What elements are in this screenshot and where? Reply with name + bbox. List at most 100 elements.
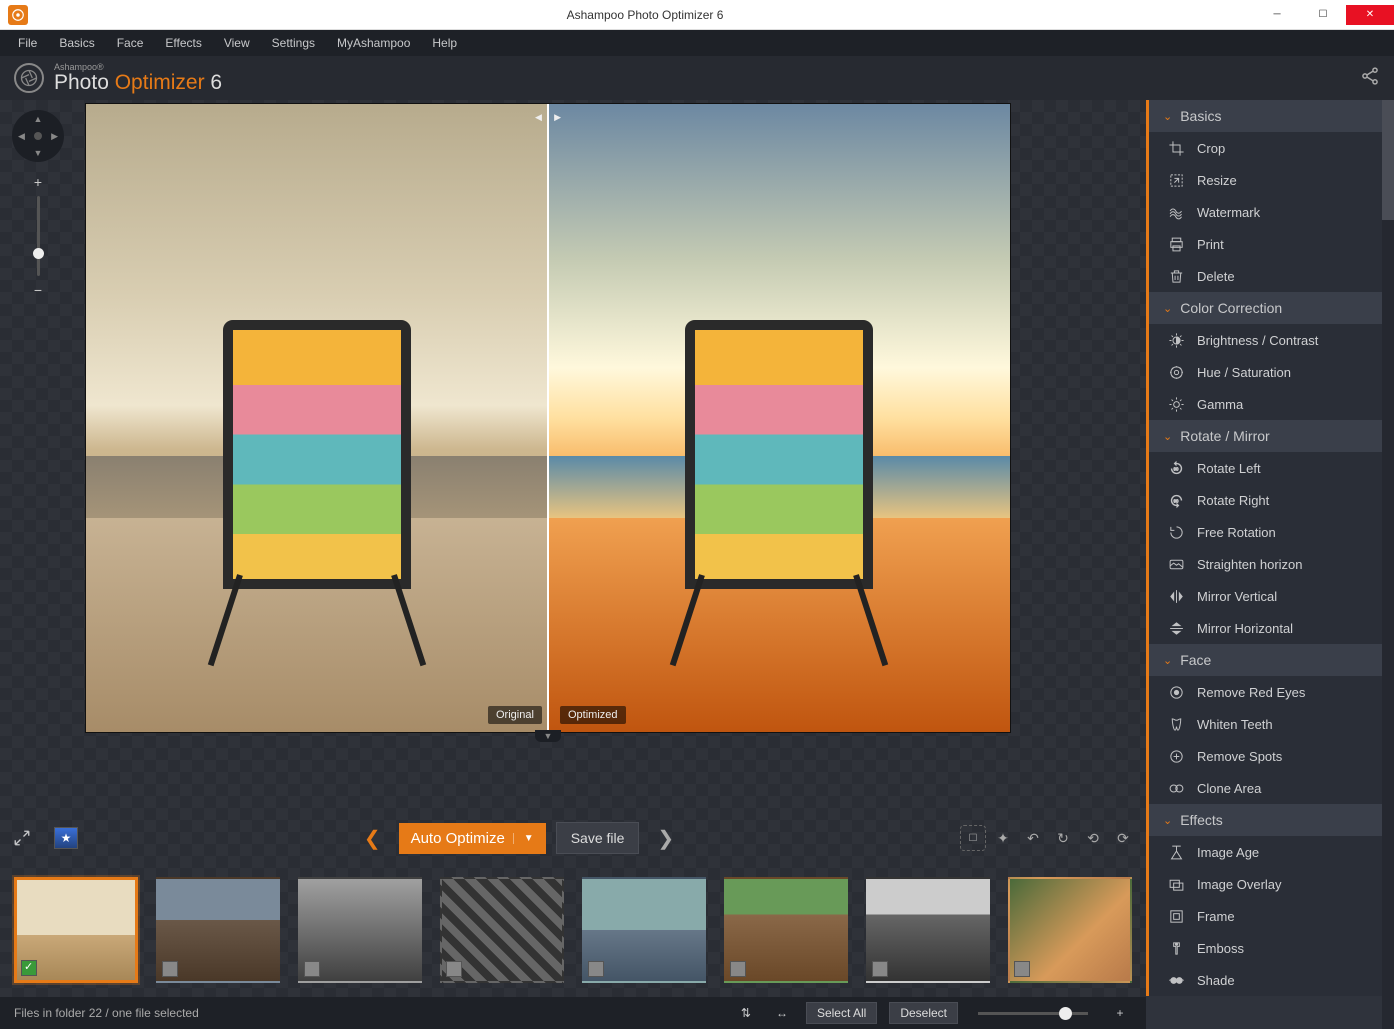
tool-mirror-horizontal[interactable]: Mirror Horizontal xyxy=(1149,612,1394,644)
thumbnail[interactable] xyxy=(14,877,138,983)
thumbnail-checkbox[interactable] xyxy=(730,961,746,977)
tool-image-age[interactable]: Image Age xyxy=(1149,836,1394,868)
zoom-slider[interactable] xyxy=(37,196,40,276)
auto-optimize-button[interactable]: Auto Optimize ▼ xyxy=(399,823,546,854)
thumbnail[interactable] xyxy=(156,877,280,983)
tool-label: Frame xyxy=(1197,909,1235,924)
next-image-button[interactable]: ❯ xyxy=(649,822,682,855)
tool-gamma[interactable]: Gamma xyxy=(1149,388,1394,420)
thumbnail[interactable] xyxy=(440,877,564,983)
thumbnail[interactable] xyxy=(582,877,706,983)
panel-header-face[interactable]: ⌄Face xyxy=(1146,644,1394,676)
zoom-out-button[interactable]: − xyxy=(34,282,42,298)
tool-image-overlay[interactable]: Image Overlay xyxy=(1149,868,1394,900)
thumbnail-checkbox[interactable] xyxy=(21,960,37,976)
favorites-icon[interactable]: ★ xyxy=(54,827,78,849)
save-file-button[interactable]: Save file xyxy=(556,822,640,854)
tool-clone-area[interactable]: Clone Area xyxy=(1149,772,1394,804)
compare-toggle[interactable]: ▼ xyxy=(535,730,561,742)
brightness-icon xyxy=(1167,331,1185,349)
redo-icon[interactable]: ↻ xyxy=(1050,825,1076,851)
compare-divider[interactable] xyxy=(547,104,549,732)
thumbnail[interactable] xyxy=(866,877,990,983)
share-icon[interactable] xyxy=(1360,66,1380,91)
collapse-icon[interactable] xyxy=(10,826,34,850)
mirrorh-icon xyxy=(1167,619,1185,637)
menu-settings[interactable]: Settings xyxy=(262,33,325,53)
panel-header-effects[interactable]: ⌄Effects xyxy=(1146,804,1394,836)
zoom-in-button[interactable]: + xyxy=(34,174,42,190)
pan-pad[interactable]: ▲ ▼ ◀ ▶ xyxy=(12,110,64,162)
sort-icon[interactable]: ⇅ xyxy=(734,1001,758,1025)
menu-file[interactable]: File xyxy=(8,33,47,53)
scrollbar[interactable] xyxy=(1382,100,1394,1029)
tool-free-rotation[interactable]: Free Rotation xyxy=(1149,516,1394,548)
menu-help[interactable]: Help xyxy=(422,33,467,53)
undo-icon[interactable]: ↶ xyxy=(1020,825,1046,851)
select-all-button[interactable]: Select All xyxy=(806,1002,877,1024)
tool-label: Shade xyxy=(1197,973,1235,988)
menu-face[interactable]: Face xyxy=(107,33,154,53)
tool-label: Image Age xyxy=(1197,845,1259,860)
thumbnail[interactable] xyxy=(1008,877,1132,983)
menu-effects[interactable]: Effects xyxy=(155,33,211,53)
tool-mirror-vertical[interactable]: Mirror Vertical xyxy=(1149,580,1394,612)
panel-title: Effects xyxy=(1180,812,1223,828)
tool-label: Delete xyxy=(1197,269,1235,284)
chevron-down-icon: ⌄ xyxy=(1163,302,1172,315)
thumbnail-checkbox[interactable] xyxy=(872,961,888,977)
pan-right-icon[interactable]: ▶ xyxy=(51,131,58,142)
maximize-button[interactable]: ☐ xyxy=(1300,5,1346,25)
thumbnail[interactable] xyxy=(724,877,848,983)
tool-whiten-teeth[interactable]: Whiten Teeth xyxy=(1149,708,1394,740)
thumbnail-checkbox[interactable] xyxy=(304,961,320,977)
menu-basics[interactable]: Basics xyxy=(49,33,104,53)
panel-header-rotate-mirror[interactable]: ⌄Rotate / Mirror xyxy=(1146,420,1394,452)
thumbnail-size-slider[interactable] xyxy=(978,1012,1088,1015)
tool-crop[interactable]: Crop xyxy=(1149,132,1394,164)
tool-brightness-contrast[interactable]: Brightness / Contrast xyxy=(1149,324,1394,356)
rotate-right-quick-icon[interactable]: ⟳ xyxy=(1110,825,1136,851)
pan-down-icon[interactable]: ▼ xyxy=(34,148,43,158)
selection-tool-icon[interactable]: ☐ xyxy=(960,825,986,851)
mirrorv-icon xyxy=(1167,587,1185,605)
thumbnail-checkbox[interactable] xyxy=(446,961,462,977)
slider-plus-icon[interactable]: + xyxy=(1108,1001,1132,1025)
tool-emboss[interactable]: Emboss xyxy=(1149,932,1394,964)
tool-print[interactable]: Print xyxy=(1149,228,1394,260)
tool-frame[interactable]: Frame xyxy=(1149,900,1394,932)
rotate-left-quick-icon[interactable]: ⟲ xyxy=(1080,825,1106,851)
close-button[interactable]: ✕ xyxy=(1346,5,1394,25)
thumbnail[interactable] xyxy=(298,877,422,983)
tool-label: Rotate Left xyxy=(1197,461,1261,476)
thumbnail-strip xyxy=(0,863,1146,997)
tool-rotate-left[interactable]: 90 Rotate Left xyxy=(1149,452,1394,484)
tool-remove-spots[interactable]: Remove Spots xyxy=(1149,740,1394,772)
thumbnail-checkbox[interactable] xyxy=(162,961,178,977)
pan-up-icon[interactable]: ▲ xyxy=(34,114,43,124)
thumbnail-checkbox[interactable] xyxy=(588,961,604,977)
tool-shade[interactable]: Shade xyxy=(1149,964,1394,996)
panel-title: Color Correction xyxy=(1180,300,1282,316)
tool-watermark[interactable]: Watermark xyxy=(1149,196,1394,228)
tool-resize[interactable]: Resize xyxy=(1149,164,1394,196)
panel-header-basics[interactable]: ⌄Basics xyxy=(1146,100,1394,132)
menu-myashampoo[interactable]: MyAshampoo xyxy=(327,33,420,53)
panel-header-color-correction[interactable]: ⌄ Color Correction xyxy=(1146,292,1394,324)
prev-image-button[interactable]: ❮ xyxy=(356,822,389,855)
tool-hue-saturation[interactable]: Hue / Saturation xyxy=(1149,356,1394,388)
minimize-button[interactable]: ─ xyxy=(1254,5,1300,25)
auto-optimize-dropdown-icon[interactable]: ▼ xyxy=(513,833,534,844)
magic-tool-icon[interactable]: ✦ xyxy=(990,825,1016,851)
thumbnail-checkbox[interactable] xyxy=(1014,961,1030,977)
menu-view[interactable]: View xyxy=(214,33,260,53)
deselect-button[interactable]: Deselect xyxy=(889,1002,958,1024)
rotleft-icon: 90 xyxy=(1167,459,1185,477)
tool-remove-red-eyes[interactable]: Remove Red Eyes xyxy=(1149,676,1394,708)
pan-left-icon[interactable]: ◀ xyxy=(18,131,25,142)
tool-delete[interactable]: Delete xyxy=(1149,260,1394,292)
resize-width-icon[interactable]: ↔ xyxy=(770,1001,794,1025)
tool-straighten-horizon[interactable]: Straighten horizon xyxy=(1149,548,1394,580)
tool-rotate-right[interactable]: 90Rotate Right xyxy=(1149,484,1394,516)
pan-center-icon[interactable] xyxy=(34,132,42,140)
